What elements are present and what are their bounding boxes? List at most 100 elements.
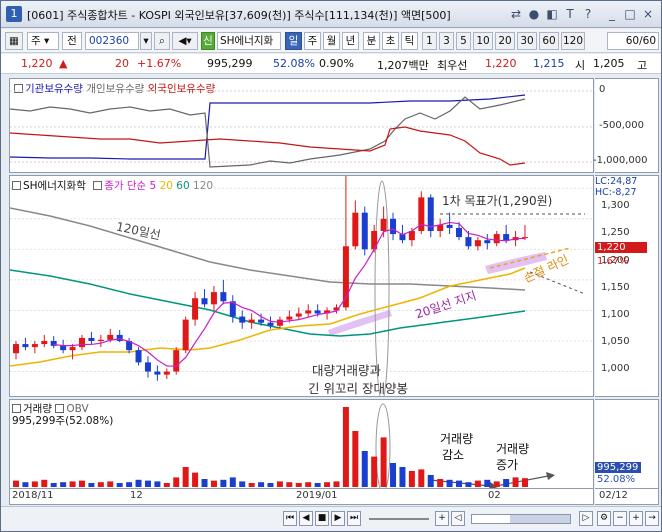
market-select[interactable]: 주 ▾ — [27, 32, 59, 50]
x-label-jan: 2019/01 — [296, 490, 338, 501]
candle — [13, 344, 19, 354]
candle — [154, 371, 161, 375]
arrow-icon[interactable]: → — [645, 511, 659, 526]
interval-20[interactable]: 20 — [495, 32, 515, 50]
volume-bar — [390, 463, 397, 487]
settings-icon[interactable]: ⚙ — [597, 511, 611, 526]
volume-bar — [97, 482, 104, 487]
window-title: [0601] 주식종합차트 - KOSPI 외국인보유[37,609(천)] 주… — [27, 9, 451, 22]
stock-code-input[interactable]: 002360 — [85, 32, 139, 50]
plus-icon[interactable]: + — [629, 511, 643, 526]
volume-bar — [474, 480, 481, 487]
candle — [286, 316, 293, 320]
candle — [493, 234, 500, 244]
next-icon[interactable]: ▶ — [331, 511, 345, 526]
volume-bar — [154, 481, 161, 487]
current-price: 1,220 — [21, 57, 53, 70]
speaker-icon[interactable]: ◀▾ — [172, 32, 198, 50]
volume-bar — [437, 479, 444, 487]
menu-icon[interactable]: ▦ — [5, 32, 23, 50]
ma-label[interactable]: 종가 단순 — [104, 180, 146, 192]
volume-bar — [173, 477, 180, 487]
maximize-icon[interactable]: □ — [623, 6, 637, 22]
interval-120[interactable]: 120 — [561, 32, 585, 50]
close-icon[interactable]: × — [641, 6, 655, 22]
market-select-value: 주 — [31, 35, 41, 47]
horizontal-scrollbar[interactable] — [471, 514, 571, 524]
prev-icon[interactable]: ◀ — [299, 511, 313, 526]
volume-bar — [456, 480, 463, 487]
first-icon[interactable]: ⏮ — [283, 511, 297, 526]
interval-10[interactable]: 10 — [473, 32, 493, 50]
scroll-right-icon[interactable]: ▷ — [579, 511, 593, 526]
period-second[interactable]: 초 — [382, 32, 399, 50]
code-dropdown-icon[interactable]: ▾ — [140, 32, 152, 50]
period-day[interactable]: 일 — [285, 32, 302, 50]
interval-30[interactable]: 30 — [517, 32, 537, 50]
ma5-legend[interactable]: 5 — [150, 180, 157, 192]
volume-bar — [484, 479, 491, 487]
volume-bar — [314, 483, 321, 487]
candle — [97, 339, 104, 341]
volume-bar — [276, 481, 283, 487]
interval-60[interactable]: 60 — [539, 32, 559, 50]
type-select[interactable]: 전 — [62, 32, 82, 50]
x-axis-right: 02/12 — [595, 489, 659, 505]
volume-bar — [41, 479, 48, 487]
record-icon[interactable]: ● — [527, 6, 541, 22]
interval-5[interactable]: 5 — [456, 32, 471, 50]
volume-bar — [163, 483, 170, 487]
volume-bar — [512, 477, 519, 487]
interval-1[interactable]: 1 — [422, 32, 437, 50]
period-minute[interactable]: 분 — [363, 32, 380, 50]
layout-icon[interactable]: ◧ — [545, 6, 559, 22]
volume-axis-pct: 52.08% — [597, 474, 636, 485]
volume-bar — [78, 480, 85, 487]
font-icon[interactable]: T — [563, 6, 577, 22]
minus-icon[interactable]: − — [613, 511, 627, 526]
decrease-annotation-2: 감소 — [442, 448, 465, 462]
volume-bar — [229, 477, 236, 487]
volume-ratio: 52.08% — [273, 57, 315, 70]
x-label-nov: 2018/11 — [12, 490, 54, 501]
ma60-legend[interactable]: 60 — [176, 180, 189, 192]
increase-annotation-1: 거래량 — [496, 442, 530, 456]
scroll-left-icon[interactable]: ◁ — [451, 511, 465, 526]
link-icon[interactable]: ⇄ — [509, 6, 523, 22]
period-month[interactable]: 월 — [323, 32, 340, 50]
increase-annotation-2: 증가 — [496, 458, 519, 472]
interval-3[interactable]: 3 — [439, 32, 454, 50]
volume-bar — [418, 469, 425, 487]
last-icon[interactable]: ⏭ — [347, 511, 361, 526]
help-icon[interactable]: ? — [581, 6, 595, 22]
lc-label: LC:24,87 — [595, 176, 638, 187]
stop-icon[interactable]: ■ — [315, 511, 329, 526]
candle — [276, 319, 283, 326]
volume-bar — [267, 483, 274, 487]
ma120-legend[interactable]: 120 — [193, 180, 213, 192]
zoom-slider[interactable] — [369, 518, 429, 520]
scrollbar-thumb[interactable] — [510, 515, 570, 523]
volume-bar — [295, 483, 302, 487]
stock-label[interactable]: SH에너지화학 — [23, 180, 86, 192]
turnover-rate: 0.90% — [319, 57, 354, 70]
title-bar: 1 [0601] 주식종합차트 - KOSPI 외국인보유[37,609(천)]… — [1, 1, 661, 28]
search-icon[interactable]: ⌕ — [154, 32, 170, 50]
volume-bar — [446, 479, 453, 487]
period-week[interactable]: 주 — [304, 32, 321, 50]
volume-bar — [333, 481, 340, 487]
volume-bar — [31, 481, 38, 487]
candle — [182, 319, 189, 351]
display-count[interactable]: 60/60 — [607, 32, 659, 50]
candle — [173, 350, 180, 372]
period-year[interactable]: 년 — [342, 32, 359, 50]
price-legend: SH에너지화학 종가 단순 5 20 60 120 — [12, 178, 214, 193]
zoom-in-icon[interactable]: + — [435, 511, 449, 526]
volume-bar — [126, 482, 133, 487]
candle — [201, 298, 208, 305]
decrease-annotation-1: 거래량 — [440, 432, 474, 446]
period-tick[interactable]: 틱 — [401, 32, 418, 50]
minimize-icon[interactable]: _ — [605, 6, 619, 22]
candle — [361, 212, 368, 250]
ma20-legend[interactable]: 20 — [160, 180, 173, 192]
